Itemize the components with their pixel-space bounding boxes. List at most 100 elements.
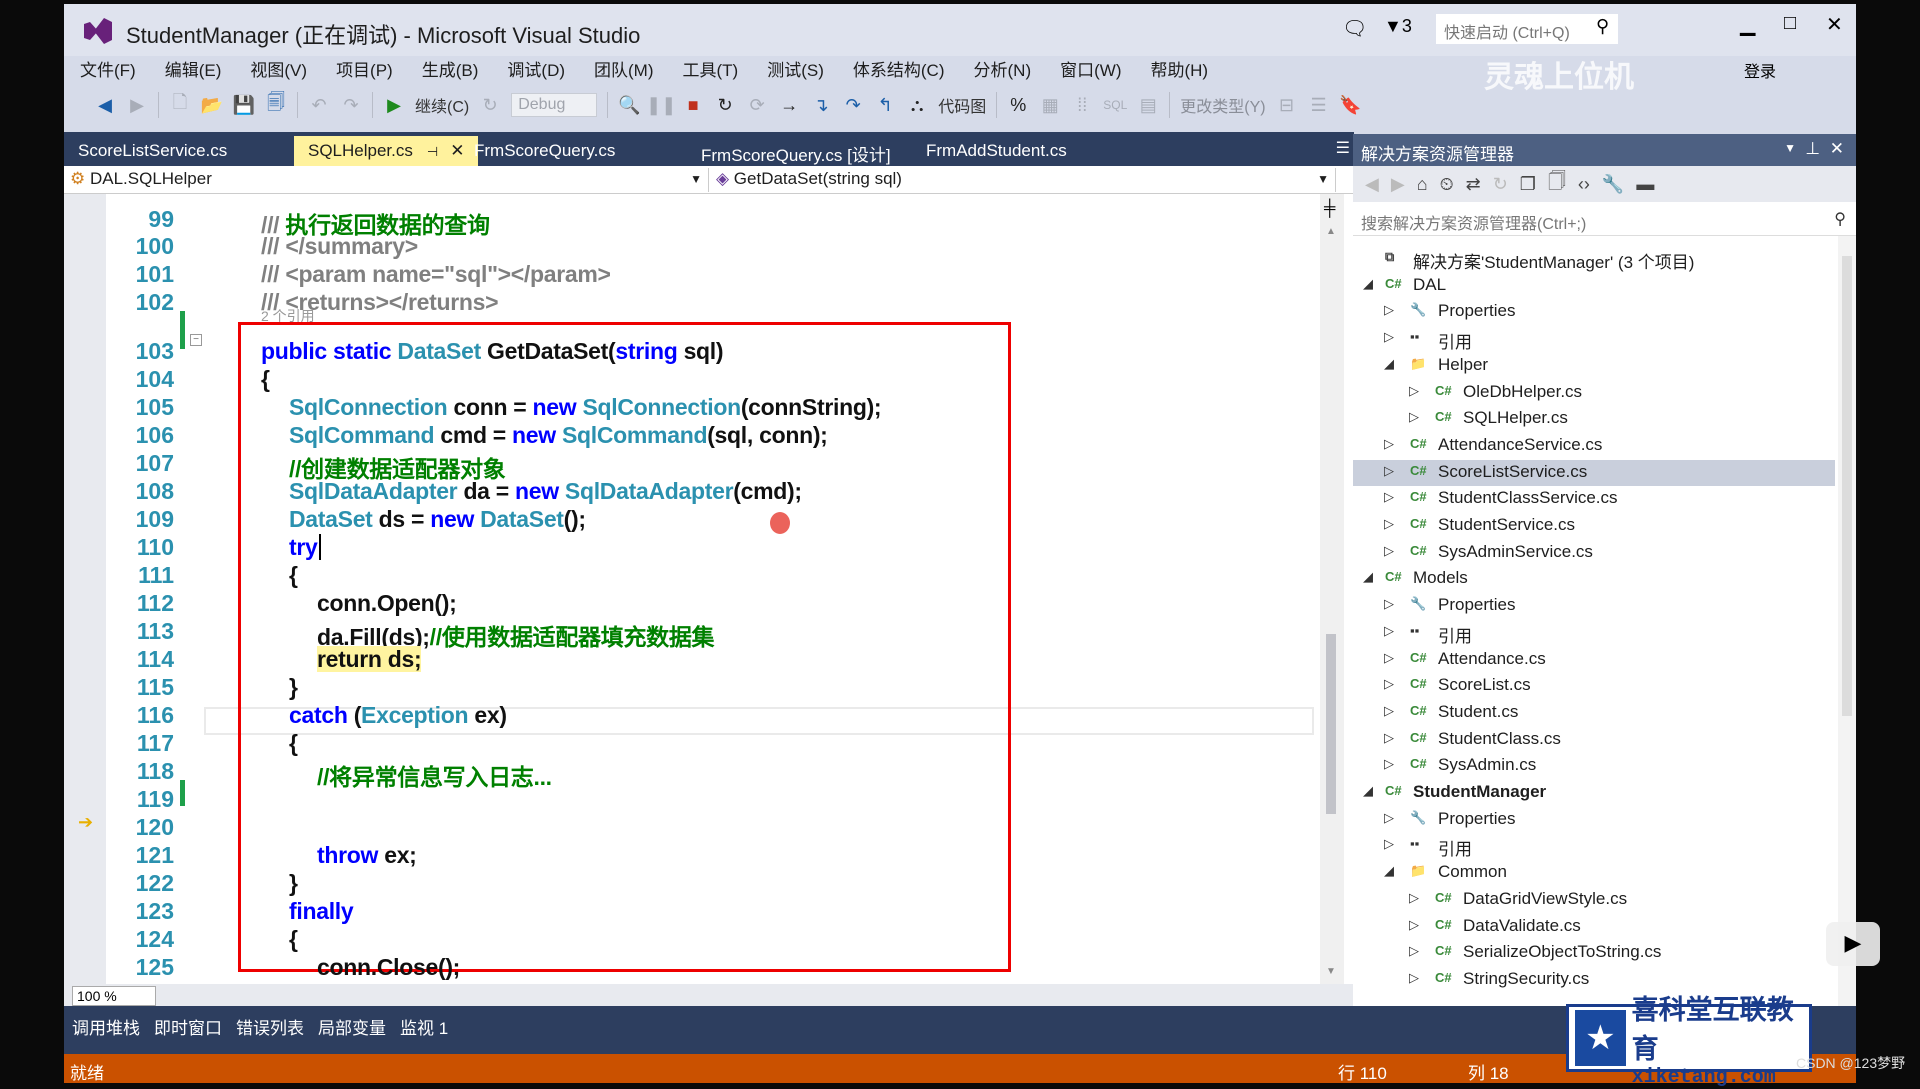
tree-item[interactable]: ▷ C# ScoreListService.cs (1353, 459, 1835, 486)
vertical-scrollbar[interactable]: ╪ ▲ ▼ (1320, 194, 1344, 984)
collapse-all-icon[interactable]: ❐ (1520, 174, 1536, 195)
save-icon[interactable]: 💾 (233, 94, 255, 116)
tree-item[interactable]: ⧉ 解决方案'StudentManager' (3 个项目) (1353, 246, 1835, 272)
expanded-arrow-icon[interactable]: ◢ (1363, 569, 1373, 585)
bottom-tab[interactable]: 调用堆栈 (72, 1014, 140, 1044)
open-file-icon[interactable]: 📂 (201, 94, 223, 116)
menu-item[interactable]: 分析(N) (958, 54, 1045, 84)
scroll-thumb[interactable] (1326, 634, 1336, 814)
undo-icon[interactable]: ↶ (308, 94, 330, 116)
restart-icon[interactable]: ↻ (714, 94, 736, 116)
home-icon[interactable]: ⌂ (1417, 174, 1428, 195)
tree-item[interactable]: ▷ C# SysAdminService.cs (1353, 540, 1835, 566)
collapsed-arrow-icon[interactable]: ▷ (1384, 756, 1394, 772)
tree-item[interactable]: ▷ C# StudentClass.cs (1353, 727, 1835, 753)
change-type-button[interactable]: 更改类型(Y) (1180, 93, 1265, 117)
bottom-tab[interactable]: 局部变量 (318, 1014, 386, 1044)
maximize-button[interactable]: □ (1784, 12, 1796, 35)
continue-button[interactable]: 继续(C) (415, 93, 469, 117)
dropdown-icon[interactable]: ▼ (1784, 141, 1796, 155)
collapsed-arrow-icon[interactable]: ▷ (1384, 623, 1394, 639)
sql-button[interactable]: SQL (1103, 98, 1127, 112)
code-map-button[interactable]: 代码图 (938, 93, 986, 117)
collapsed-arrow-icon[interactable]: ▷ (1409, 943, 1419, 959)
continue-play-icon[interactable]: ▶ (383, 94, 405, 116)
expanded-arrow-icon[interactable]: ◢ (1384, 863, 1394, 879)
menu-item[interactable]: 项目(P) (320, 54, 406, 84)
save-all-icon[interactable]: 🗐 (265, 92, 287, 116)
step-over-icon[interactable]: ↷ (842, 94, 864, 116)
pin-icon[interactable]: ⊣ (427, 144, 438, 159)
horizontal-scrollbar[interactable] (64, 984, 1354, 1006)
notifications-button[interactable]: ▼3 (1384, 16, 1412, 37)
collapsed-arrow-icon[interactable]: ▷ (1384, 489, 1394, 505)
show-next-statement-icon[interactable]: → (778, 94, 800, 116)
collapsed-arrow-icon[interactable]: ▷ (1384, 676, 1394, 692)
tree-item[interactable]: ▷ C# DataValidate.cs (1353, 914, 1835, 940)
tree-item[interactable]: ▷ C# SerializeObjectToString.cs (1353, 940, 1835, 966)
history-icon[interactable]: ⏲ (1440, 174, 1454, 195)
tree-item[interactable]: ▷ C# SQLHelper.cs (1353, 406, 1835, 432)
expanded-arrow-icon[interactable]: ◢ (1363, 783, 1373, 799)
scroll-up-arrow[interactable]: ▲ (1326, 226, 1336, 237)
tree-item[interactable]: ▷ ▪▪ 引用 (1353, 326, 1835, 352)
tree-item[interactable]: ▷ C# AttendanceService.cs (1353, 433, 1835, 459)
tree-item[interactable]: ◢ 📁 Helper (1353, 353, 1835, 379)
collapsed-arrow-icon[interactable]: ▷ (1409, 970, 1419, 986)
grid-icon[interactable]: ⁞⁞ (1071, 94, 1093, 116)
remove-breakpoints-icon[interactable]: % (1007, 94, 1029, 116)
menu-item[interactable]: 视图(V) (234, 54, 320, 84)
scroll-down-arrow[interactable]: ▼ (1326, 966, 1336, 977)
collapsed-arrow-icon[interactable]: ▷ (1384, 463, 1394, 479)
minimize-button[interactable]: ▁ (1740, 12, 1755, 37)
back-icon[interactable]: ◀ (1365, 174, 1379, 195)
collapsed-arrow-icon[interactable]: ▷ (1384, 436, 1394, 452)
collapsed-arrow-icon[interactable]: ▷ (1409, 383, 1419, 399)
refresh-icon[interactable]: ↻ (1493, 174, 1508, 195)
collapsed-arrow-icon[interactable]: ▷ (1384, 730, 1394, 746)
forward-icon[interactable]: ▶ (1391, 174, 1405, 195)
sync-icon[interactable]: ⇄ (1466, 174, 1481, 195)
tree-item[interactable]: ▷ C# DataGridViewStyle.cs (1353, 887, 1835, 913)
configuration-select[interactable]: Debug (511, 93, 598, 117)
stop-icon[interactable]: ■ (682, 94, 704, 116)
scroll-thumb[interactable] (1842, 256, 1852, 716)
collapsed-arrow-icon[interactable]: ▷ (1384, 302, 1394, 318)
tree-item[interactable]: ▷ ▪▪ 引用 (1353, 620, 1835, 646)
collapsed-arrow-icon[interactable]: ▷ (1384, 516, 1394, 532)
indent-icon[interactable]: ☰ (1308, 94, 1330, 116)
collapse-toggle[interactable]: − (190, 334, 202, 346)
tree-item[interactable]: ▷ C# Student.cs (1353, 700, 1835, 726)
tree-item[interactable]: ▷ ▪▪ 引用 (1353, 833, 1835, 859)
menu-item[interactable]: 调试(D) (491, 54, 578, 84)
menu-item[interactable]: 文件(F) (64, 54, 149, 84)
tree-item[interactable]: ◢ C# StudentManager (1353, 780, 1835, 806)
bookmark-icon[interactable]: 🔖 (1339, 94, 1361, 116)
collapsed-arrow-icon[interactable]: ▷ (1409, 890, 1419, 906)
align-icon[interactable]: ⊟ (1276, 94, 1298, 116)
zoom-level-select[interactable]: 100 % (72, 986, 156, 1006)
refresh-icon[interactable]: ↻ (479, 94, 501, 116)
tree-item[interactable]: ▷ C# SysAdmin.cs (1353, 753, 1835, 779)
tree-item[interactable]: ▷ C# ScoreList.cs (1353, 673, 1835, 699)
forward-icon[interactable]: ▶ (126, 94, 148, 116)
menu-item[interactable]: 窗口(W) (1044, 54, 1134, 84)
tree-item[interactable]: ◢ C# DAL (1353, 273, 1835, 299)
menu-item[interactable]: 生成(B) (406, 54, 492, 84)
tab-frmscorequery-cs-[interactable]: FrmScoreQuery.cs [设计] (687, 136, 905, 166)
split-icon[interactable]: ╪ (1324, 200, 1335, 218)
new-project-icon[interactable]: 🗋 (169, 92, 191, 116)
menu-item[interactable]: 团队(M) (578, 54, 666, 84)
bottom-tab[interactable]: 即时窗口 (154, 1014, 222, 1044)
bottom-tab[interactable]: 监视 1 (400, 1014, 448, 1044)
show-all-files-icon[interactable]: 🗍 (1548, 169, 1566, 199)
quick-launch-input[interactable]: 快速启动 (Ctrl+Q) (1436, 14, 1618, 44)
sign-in-link[interactable]: 登录 (1744, 58, 1776, 82)
feedback-icon[interactable]: 🗨 (1342, 16, 1367, 41)
expanded-arrow-icon[interactable]: ◢ (1384, 356, 1394, 372)
solution-scrollbar[interactable] (1838, 236, 1856, 1006)
collapsed-arrow-icon[interactable]: ▷ (1384, 329, 1394, 345)
collapsed-arrow-icon[interactable]: ▷ (1384, 836, 1394, 852)
tab-overflow-icon[interactable]: ☰ (1336, 138, 1350, 158)
back-icon[interactable]: ◀ (94, 94, 116, 116)
